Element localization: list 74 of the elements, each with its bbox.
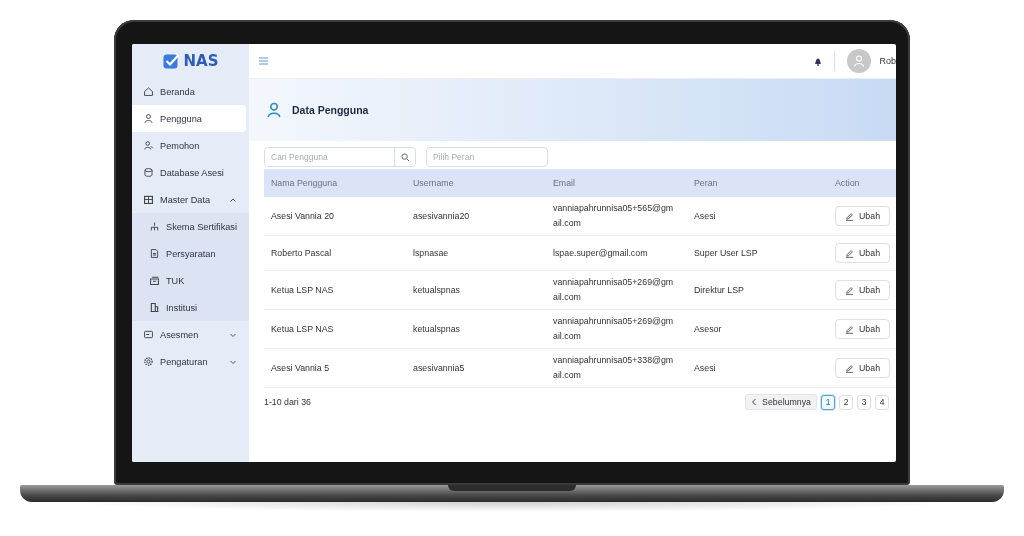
pencil-icon (845, 248, 854, 258)
table-cell-text: asesivannia20 (412, 209, 471, 223)
sidebar-subitem[interactable]: Persyaratan (132, 240, 249, 267)
pagination-summary: 1-10 dari 36 (264, 397, 311, 407)
sidebar-subitem[interactable]: Institusi (132, 294, 249, 321)
column-header: Nama Pengguna (270, 178, 339, 188)
person-icon (852, 54, 867, 68)
settings-icon (143, 356, 154, 367)
table-cell-text: Roberto Pascal (270, 246, 333, 260)
pencil-icon (845, 285, 854, 295)
pencil-icon (845, 363, 854, 373)
table-cell-text: lspae.super@gmail.com (552, 246, 649, 260)
building-icon (149, 302, 160, 313)
page-button[interactable]: 2 (839, 394, 853, 410)
sidebar-item[interactable]: Pemohon (132, 132, 249, 159)
hierarchy-icon (149, 221, 160, 232)
edit-button[interactable]: Ubah (835, 280, 891, 300)
table-cell-text: ketualspnas (412, 283, 461, 297)
page-button[interactable]: 1 (821, 394, 835, 410)
pencil-icon (845, 324, 854, 334)
edit-button[interactable]: Ubah (835, 358, 891, 378)
page-title: Data Pengguna (292, 104, 369, 116)
logo-text: NAS (183, 52, 219, 70)
page-button[interactable]: 3 (857, 394, 871, 410)
table-cell-text: vanniapahrunnisa05+565@gmail.com (552, 202, 675, 230)
role-select[interactable]: Pilih Peran (426, 147, 548, 167)
user-icon (143, 113, 154, 124)
search-field[interactable]: Cari Pengguna (264, 147, 416, 167)
column-header: Action (834, 178, 861, 188)
table-cell-text: lspnasae (412, 246, 450, 260)
database-icon (143, 167, 154, 178)
chevron-left-icon (751, 398, 758, 406)
table-cell-text: Ketua LSP NAS (270, 283, 335, 297)
table-cell-text: vanniapahrunnisa05+269@gmail.com (552, 315, 675, 343)
user-icon (265, 101, 283, 119)
edit-button[interactable]: Ubah (835, 319, 891, 339)
table-cell-text: vanniapahrunnisa05+269@gmail.com (552, 276, 675, 304)
edit-button[interactable]: Ubah (835, 243, 891, 263)
previous-button[interactable]: Sebelumnya (745, 394, 817, 410)
column-header: Email (552, 178, 576, 188)
pencil-icon (845, 211, 854, 221)
table-cell-text: Super User LSP (693, 246, 759, 260)
column-header: Username (412, 178, 455, 188)
column-header: Peran (693, 178, 719, 188)
user-name: Rob (879, 56, 896, 66)
search-icon[interactable] (400, 152, 410, 162)
table-cell-text: Asesi (693, 209, 717, 223)
sidebar-item[interactable]: Pengguna (132, 105, 246, 132)
table-cell-text: ketualspnas (412, 322, 461, 336)
sidebar-subitem[interactable]: TUK (132, 267, 249, 294)
sidebar-item[interactable]: Master Data (132, 186, 249, 213)
document-icon (149, 248, 160, 259)
home-icon (143, 86, 154, 97)
sidebar-item[interactable]: Database Asesi (132, 159, 249, 186)
sidebar-item[interactable]: Beranda (132, 78, 249, 105)
users-icon (143, 140, 154, 151)
sidebar-item[interactable]: Asesmen (132, 321, 249, 348)
table-cell-text: Asesor (693, 322, 723, 336)
table-cell-text: asesivannia5 (412, 361, 466, 375)
bell-icon[interactable] (814, 56, 823, 66)
edit-button[interactable]: Ubah (835, 206, 891, 226)
card-icon (143, 329, 154, 340)
table-cell-text: Asesi Vannia 20 (270, 209, 335, 223)
table-cell-text: Direktur LSP (693, 283, 745, 297)
page-button[interactable]: 4 (875, 394, 889, 410)
checkmark-logo-icon (162, 53, 180, 69)
table-cell-text: Asesi (693, 361, 717, 375)
sidebar-item[interactable]: Pengaturan (132, 348, 249, 375)
table-cell-text: Asesi Vannia 5 (270, 361, 331, 375)
sidebar-subitem[interactable]: Skema Sertifikasi (132, 213, 249, 240)
grid-icon (143, 194, 154, 205)
stack-icon (149, 275, 160, 286)
table-cell-text: Ketua LSP NAS (270, 322, 335, 336)
table-cell-text: vanniapahrunnisa05+338@gmail.com (552, 354, 675, 382)
